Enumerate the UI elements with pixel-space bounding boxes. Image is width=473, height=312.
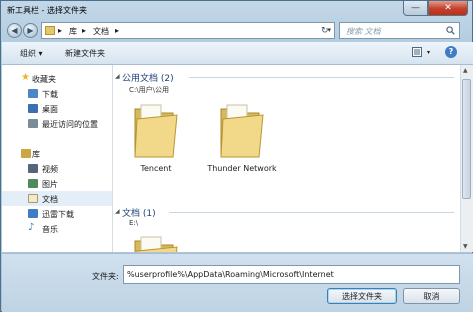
sidebar-item-videos[interactable]: 视频 xyxy=(2,161,112,176)
recent-places-icon xyxy=(28,119,38,128)
select-folder-button[interactable]: 选择文件夹 xyxy=(327,288,397,304)
select-folder-dialog: 新工具栏 - 选择文件夹 — ✕ ◀ ▶ ▸ 库 ▸ 文档 ▸ ▾ ↻ 搜索 文… xyxy=(0,0,473,312)
vertical-scrollbar[interactable]: ▲ ▼ xyxy=(460,65,473,252)
sidebar-item-label: 最近访问的位置 xyxy=(42,120,98,129)
breadcrumb-libraries[interactable]: 库 xyxy=(69,26,77,37)
minimize-button[interactable]: — xyxy=(403,1,428,16)
navigation-pane: ★ 收藏夹 下载 桌面 最近访问的位置 库 视频 图片 文档 迅雷下载 ♪ 音乐 xyxy=(2,65,113,252)
folder-label: Tencent xyxy=(140,164,172,173)
organize-menu[interactable]: 组织 ▾ xyxy=(20,48,43,59)
sidebar-item-recent-places[interactable]: 最近访问的位置 xyxy=(2,116,112,131)
address-bar[interactable]: ▸ 库 ▸ 文档 ▸ ▾ xyxy=(41,22,335,39)
folder-label: Thunder Network xyxy=(207,164,277,173)
folder-field-label: 文件夹: xyxy=(92,272,119,281)
sidebar-item-label: 迅雷下载 xyxy=(42,210,74,219)
window-controls: — ✕ xyxy=(403,1,468,17)
view-dropdown-icon[interactable]: ▾ xyxy=(427,49,430,56)
picture-library-icon xyxy=(28,179,38,188)
refresh-icon[interactable]: ↻ xyxy=(321,26,329,36)
sidebar-item-label: 文档 xyxy=(42,195,58,204)
group-divider xyxy=(189,77,454,78)
scroll-down-icon[interactable]: ▼ xyxy=(463,243,468,250)
group-divider xyxy=(169,212,454,213)
group-header-public-documents[interactable]: 公用文档 (2) xyxy=(122,71,174,84)
folder-path-input[interactable]: %userprofile%\AppData\Roaming\Microsoft\… xyxy=(123,265,460,284)
sidebar-item-libraries[interactable]: 库 xyxy=(2,146,112,161)
close-button[interactable]: ✕ xyxy=(428,1,468,16)
collapse-arrow-icon[interactable]: ◢ xyxy=(115,208,120,215)
sidebar-item-label: 下载 xyxy=(42,90,58,99)
breadcrumb-separator: ▸ xyxy=(58,26,63,35)
command-toolbar: 组织 ▾ 新建文件夹 ▾ ? xyxy=(2,42,473,65)
libraries-icon xyxy=(21,149,31,158)
help-icon[interactable]: ? xyxy=(445,46,457,58)
document-library-icon xyxy=(28,194,38,203)
sidebar-item-label: 图片 xyxy=(42,180,58,189)
cancel-button[interactable]: 取消 xyxy=(403,288,460,304)
sidebar-item-favorites[interactable]: ★ 收藏夹 xyxy=(2,71,112,86)
folder-icon xyxy=(134,104,178,158)
search-box[interactable]: 搜索 文档 xyxy=(339,22,460,39)
group-path: C:\用户\公用 xyxy=(129,86,169,94)
folder-icon xyxy=(45,26,55,35)
folder-icon xyxy=(134,236,178,252)
music-library-icon: ♪ xyxy=(28,222,35,233)
sidebar-item-desktop[interactable]: 桌面 xyxy=(2,101,112,116)
sidebar-item-documents[interactable]: 文档 xyxy=(2,191,112,206)
search-placeholder: 搜索 文档 xyxy=(346,27,381,36)
collapse-arrow-icon[interactable]: ◢ xyxy=(115,73,120,80)
thunder-download-icon xyxy=(28,209,38,218)
sidebar-item-thunder-download[interactable]: 迅雷下载 xyxy=(2,206,112,221)
file-list[interactable]: ◢ 公用文档 (2) C:\用户\公用 Tencent Thunder Netw… xyxy=(113,65,460,252)
sidebar-item-label: 视频 xyxy=(42,165,58,174)
sidebar-item-label: 音乐 xyxy=(42,225,58,234)
forward-button[interactable]: ▶ xyxy=(23,23,38,38)
sidebar-item-label: 收藏夹 xyxy=(32,75,56,84)
folder-item[interactable]: Thunder Network xyxy=(207,99,277,173)
title-bar[interactable]: 新工具栏 - 选择文件夹 — ✕ xyxy=(1,1,472,20)
forward-arrow-icon: ▶ xyxy=(27,26,34,35)
folder-icon xyxy=(220,104,264,158)
breadcrumb-documents[interactable]: 文档 xyxy=(93,26,109,37)
star-icon: ★ xyxy=(21,72,30,83)
back-arrow-icon: ◀ xyxy=(11,26,18,35)
download-folder-icon xyxy=(28,89,38,98)
sidebar-item-label: 桌面 xyxy=(42,105,58,114)
back-button[interactable]: ◀ xyxy=(7,23,22,38)
breadcrumb-separator: ▸ xyxy=(115,26,120,35)
sidebar-item-pictures[interactable]: 图片 xyxy=(2,176,112,191)
video-library-icon xyxy=(28,164,38,173)
window-title: 新工具栏 - 选择文件夹 xyxy=(7,6,87,15)
scroll-up-icon[interactable]: ▲ xyxy=(463,67,468,74)
folder-item[interactable]: Tencent xyxy=(127,99,185,173)
group-path: E:\ xyxy=(129,219,139,227)
sidebar-item-label: 库 xyxy=(32,150,40,159)
sidebar-item-downloads[interactable]: 下载 xyxy=(2,86,112,101)
search-icon xyxy=(446,26,455,35)
sidebar-item-music[interactable]: ♪ 音乐 xyxy=(2,221,112,236)
breadcrumb-separator: ▸ xyxy=(82,26,87,35)
view-options-icon[interactable] xyxy=(412,47,424,58)
folder-item[interactable] xyxy=(127,231,185,252)
scrollbar-thumb[interactable] xyxy=(462,79,471,199)
group-header-documents[interactable]: 文档 (1) xyxy=(122,206,156,219)
new-folder-button[interactable]: 新建文件夹 xyxy=(65,48,105,59)
desktop-icon xyxy=(28,104,38,113)
